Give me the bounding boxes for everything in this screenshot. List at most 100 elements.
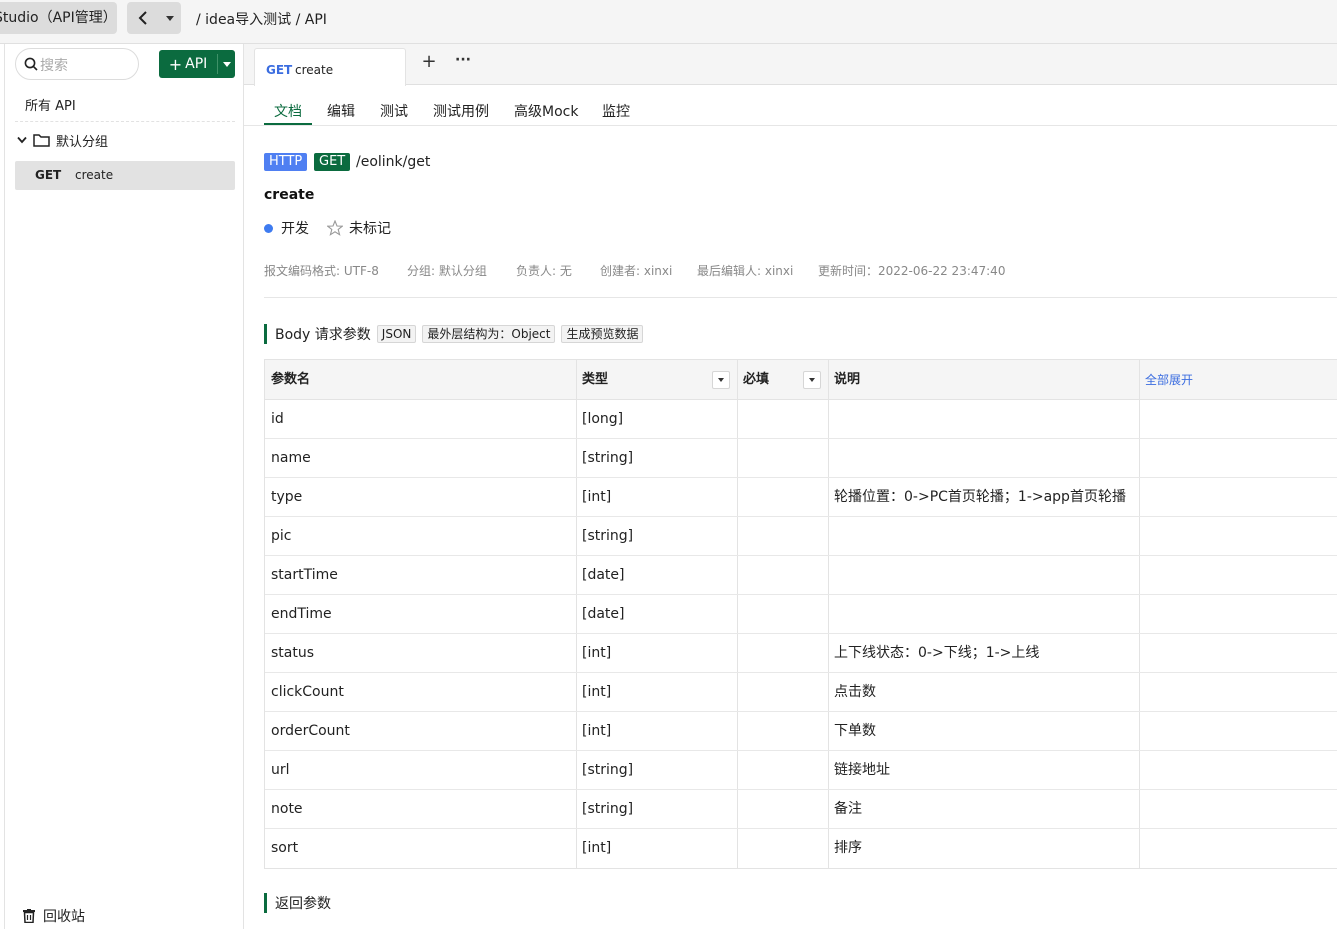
subtab-advanced-mock[interactable]: 高级Mock [514,101,578,121]
column-divider [1139,400,1140,438]
param-name: type [271,489,303,505]
add-tab-button[interactable]: + [420,53,438,71]
api-name: create [75,168,114,182]
param-desc: 备注 [834,801,862,817]
subtab-test-cases[interactable]: 测试用例 [433,101,489,121]
param-extra [1139,829,1337,868]
trash-link[interactable]: 回收站 [23,906,85,926]
header-name: 参数名 [271,372,311,387]
param-desc: 上下线状态：0->下线；1->上线 [834,645,1040,661]
subtab-doc[interactable]: 文档 [274,101,302,121]
search-box[interactable] [15,48,139,80]
column-divider [828,790,829,828]
column-divider [737,400,738,438]
table-body: id [long] name [string] type [int] 轮播位置：0->PC首… [265,400,1337,868]
param-name: endTime [271,606,332,622]
meta-last-editor: 最后编辑人: xinxi [697,264,794,278]
param-extra [1139,478,1337,517]
param-desc: 下单数 [834,723,876,739]
column-divider [1139,478,1140,516]
param-name: id [271,411,284,427]
param-required [737,439,828,478]
divider [15,121,235,122]
param-type: [int] [582,489,612,505]
param-name: url [271,762,290,778]
required-filter-button[interactable] [803,371,821,389]
section-marker [264,893,267,913]
column-divider [1139,360,1140,399]
tab-method: GET [266,63,293,77]
protocol-badge: HTTP [264,153,308,171]
group-default[interactable]: 默认分组 [17,130,108,150]
subtab-test[interactable]: 测试 [380,101,408,121]
tab-name: create [295,63,334,77]
star-icon[interactable] [327,220,343,236]
column-divider [737,595,738,633]
param-desc [828,439,1139,478]
table-row: url [string] 链接地址 [265,751,1337,790]
param-required [737,751,828,790]
column-divider [1139,673,1140,711]
param-name: sort [271,840,299,856]
column-divider [1139,439,1140,477]
param-type: [string] [582,528,634,544]
mark-label[interactable]: 未标记 [349,218,391,238]
subtab-monitor[interactable]: 监控 [602,101,630,121]
api-path: /eolink/get [356,154,431,170]
param-name: startTime [271,567,338,583]
column-divider [576,439,577,477]
column-divider [737,673,738,711]
add-api-label: API [185,56,208,72]
param-type: [int] [582,723,612,739]
active-tab-indicator [264,123,312,125]
search-icon [24,57,38,71]
all-api-link[interactable]: 所有 API [25,95,76,114]
generate-preview-button[interactable]: 生成预览数据 [561,325,644,343]
param-required [737,634,828,673]
param-type: [string] [582,450,634,466]
param-desc: 排序 [834,840,862,856]
back-button[interactable] [127,2,159,34]
type-filter-button[interactable] [712,371,730,389]
status-label[interactable]: 开发 [281,218,309,238]
add-api-dropdown-button[interactable] [218,50,235,78]
workspace-switcher[interactable]: Studio（API管理） [0,2,117,34]
add-api-button[interactable]: + API [159,50,235,78]
caret-down-icon [809,378,815,382]
param-type: [int] [582,645,612,661]
column-divider [576,400,577,438]
param-required [737,673,828,712]
column-divider [576,517,577,555]
column-divider [1139,712,1140,750]
expand-all-link[interactable]: 全部展开 [1145,360,1193,400]
history-dropdown-button[interactable] [159,2,181,34]
folder-icon [33,134,50,147]
column-divider [1139,829,1140,868]
param-extra [1139,751,1337,790]
api-title: create [264,187,315,203]
table-row: name [string] [265,439,1337,478]
meta-updated-time: 更新时间：2022-06-22 23:47:40 [818,264,1006,278]
tab-create[interactable]: GET create [254,48,406,86]
param-desc: 轮播位置：0->PC首页轮播；1->app首页轮播 [834,489,1126,505]
param-type: [string] [582,762,634,778]
column-divider [576,829,577,868]
sidebar-item-create[interactable]: GET create [15,161,235,190]
search-input[interactable] [40,55,130,75]
param-type: [date] [582,606,625,622]
breadcrumb: / idea导入测试 / API [196,12,327,28]
add-api-main[interactable]: + API [159,50,217,78]
column-divider [576,595,577,633]
meta-encoding: 报文编码格式: UTF-8 [264,264,379,278]
header-desc: 说明 [834,372,861,387]
column-divider [828,400,829,438]
format-chip: JSON [376,325,417,343]
column-divider [576,556,577,594]
param-desc: 链接地址 [834,762,890,778]
structure-chip: 最外层结构为：Object [422,325,556,343]
trash-label: 回收站 [43,909,85,925]
param-type: [int] [582,840,612,856]
more-icon[interactable]: ··· [454,52,472,70]
subtab-edit[interactable]: 编辑 [327,101,355,121]
column-divider [737,439,738,477]
